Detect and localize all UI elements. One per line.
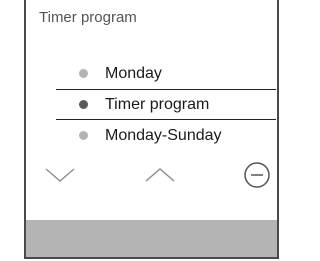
minus-circle-icon (244, 162, 270, 188)
list-item-monday-sunday[interactable]: Monday-Sunday (56, 120, 276, 151)
bullet-icon (79, 100, 88, 109)
device-screen: Timer program Monday Timer program Monda… (24, 0, 279, 259)
list-item-label: Monday (105, 64, 162, 82)
bullet-icon (79, 69, 88, 78)
list-item-label: Timer program (105, 95, 210, 113)
list-item-timer-program[interactable]: Timer program (56, 89, 276, 120)
navigation-controls (26, 155, 277, 195)
list-item-label: Monday-Sunday (105, 126, 222, 144)
bullet-icon (79, 131, 88, 140)
up-button[interactable] (140, 155, 180, 195)
back-button[interactable] (237, 155, 277, 195)
chevron-down-icon (45, 168, 75, 182)
footer-bar (26, 220, 277, 257)
menu-list: Monday Timer program Monday-Sunday (56, 58, 276, 151)
list-item-monday[interactable]: Monday (56, 58, 276, 89)
screen-title: Timer program (39, 9, 137, 26)
down-button[interactable] (40, 155, 80, 195)
chevron-up-icon (145, 168, 175, 182)
